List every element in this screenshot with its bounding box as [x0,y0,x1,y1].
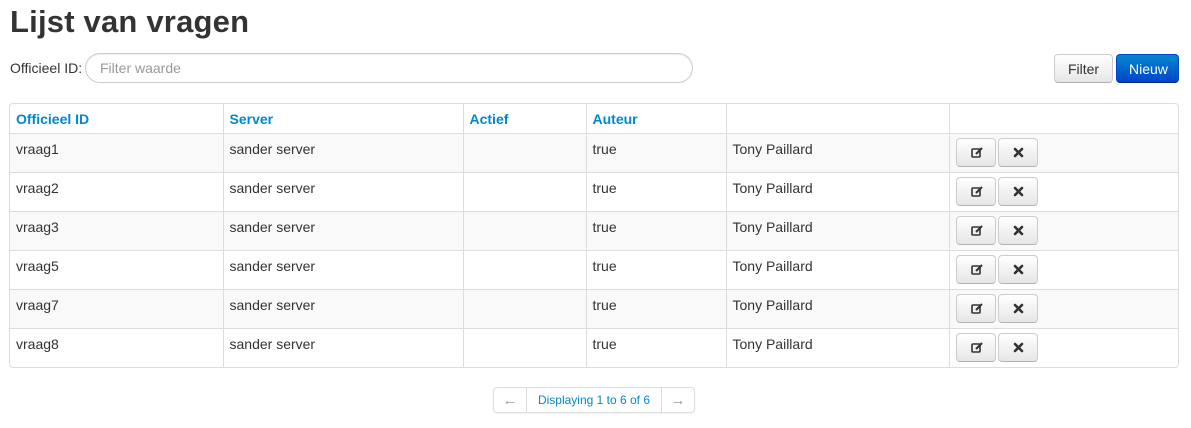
cell-officieel-id: vraag2 [10,171,223,211]
column-header-auteur[interactable]: Auteur [585,104,726,133]
cell-officieel-id: vraag3 [10,210,223,250]
cell-actief [462,327,586,367]
cell-actief [462,210,586,250]
cell-server: sander server [222,249,463,289]
edit-icon [970,146,983,158]
cell-actief [462,132,586,172]
cell-officieel-id: vraag7 [10,288,223,328]
edit-button[interactable] [955,137,996,167]
cell-actions [948,288,1178,328]
column-header-blank [725,104,949,133]
cell-author-name: Tony Paillard [725,288,949,328]
edit-icon [970,224,983,236]
cell-officieel-id: vraag8 [10,327,223,367]
cell-author-name: Tony Paillard [725,210,949,250]
edit-button[interactable] [955,215,996,245]
cell-actions [948,171,1178,211]
cell-actief [462,171,586,211]
page-title: Lijst van vragen [10,4,250,39]
new-button[interactable]: Nieuw [1116,54,1179,83]
previous-page-button[interactable]: ← [494,388,527,412]
cell-auteur-col: true [585,210,726,250]
table-header-row: Officieel ID Server Actief Auteur [10,104,1178,133]
cell-auteur-col: true [585,288,726,328]
delete-icon [1013,303,1023,313]
edit-icon [970,302,983,314]
next-page-button[interactable]: → [661,388,694,412]
column-header-server[interactable]: Server [222,104,463,133]
cell-server: sander server [222,327,463,367]
table-row: vraag5 sander server true Tony Paillard [10,249,1178,289]
edit-icon [970,263,983,275]
questions-table: Officieel ID Server Actief Auteur vraag1… [9,103,1179,368]
delete-button[interactable] [997,254,1038,284]
cell-actions [948,210,1178,250]
cell-officieel-id: vraag1 [10,132,223,172]
cell-server: sander server [222,210,463,250]
cell-actions [948,327,1178,367]
cell-author-name: Tony Paillard [725,249,949,289]
cell-server: sander server [222,171,463,211]
cell-officieel-id: vraag5 [10,249,223,289]
edit-button[interactable] [955,332,996,362]
filter-label: Officieel ID: [10,60,83,76]
table-row: vraag2 sander server true Tony Paillard [10,171,1178,211]
pagination: ← Displaying 1 to 6 of 6 → [493,387,695,413]
table-row: vraag8 sander server true Tony Paillard [10,327,1178,367]
table-row: vraag7 sander server true Tony Paillard [10,288,1178,328]
filter-button[interactable]: Filter [1054,54,1113,83]
table-row: vraag3 sander server true Tony Paillard [10,210,1178,250]
delete-icon [1013,147,1023,157]
delete-button[interactable] [997,176,1038,206]
cell-auteur-col: true [585,249,726,289]
cell-actions [948,249,1178,289]
table-row: vraag1 sander server true Tony Paillard [10,132,1178,172]
edit-button[interactable] [955,254,996,284]
edit-button[interactable] [955,293,996,323]
delete-button[interactable] [997,137,1038,167]
delete-button[interactable] [997,215,1038,245]
column-header-actief[interactable]: Actief [462,104,586,133]
cell-auteur-col: true [585,327,726,367]
delete-icon [1013,225,1023,235]
cell-actief [462,288,586,328]
cell-author-name: Tony Paillard [725,171,949,211]
edit-icon [970,185,983,197]
cell-server: sander server [222,132,463,172]
pagination-info: Displaying 1 to 6 of 6 [537,393,651,407]
column-header-officieel-id[interactable]: Officieel ID [10,104,223,133]
delete-button[interactable] [997,293,1038,323]
cell-author-name: Tony Paillard [725,132,949,172]
cell-auteur-col: true [585,171,726,211]
cell-server: sander server [222,288,463,328]
cell-author-name: Tony Paillard [725,327,949,367]
delete-button[interactable] [997,332,1038,362]
edit-icon [970,341,983,353]
cell-actions [948,132,1178,172]
delete-icon [1013,264,1023,274]
cell-auteur-col: true [585,132,726,172]
cell-actief [462,249,586,289]
edit-button[interactable] [955,176,996,206]
filter-input[interactable] [85,53,693,83]
delete-icon [1013,342,1023,352]
column-header-actions [948,104,1178,133]
delete-icon [1013,186,1023,196]
